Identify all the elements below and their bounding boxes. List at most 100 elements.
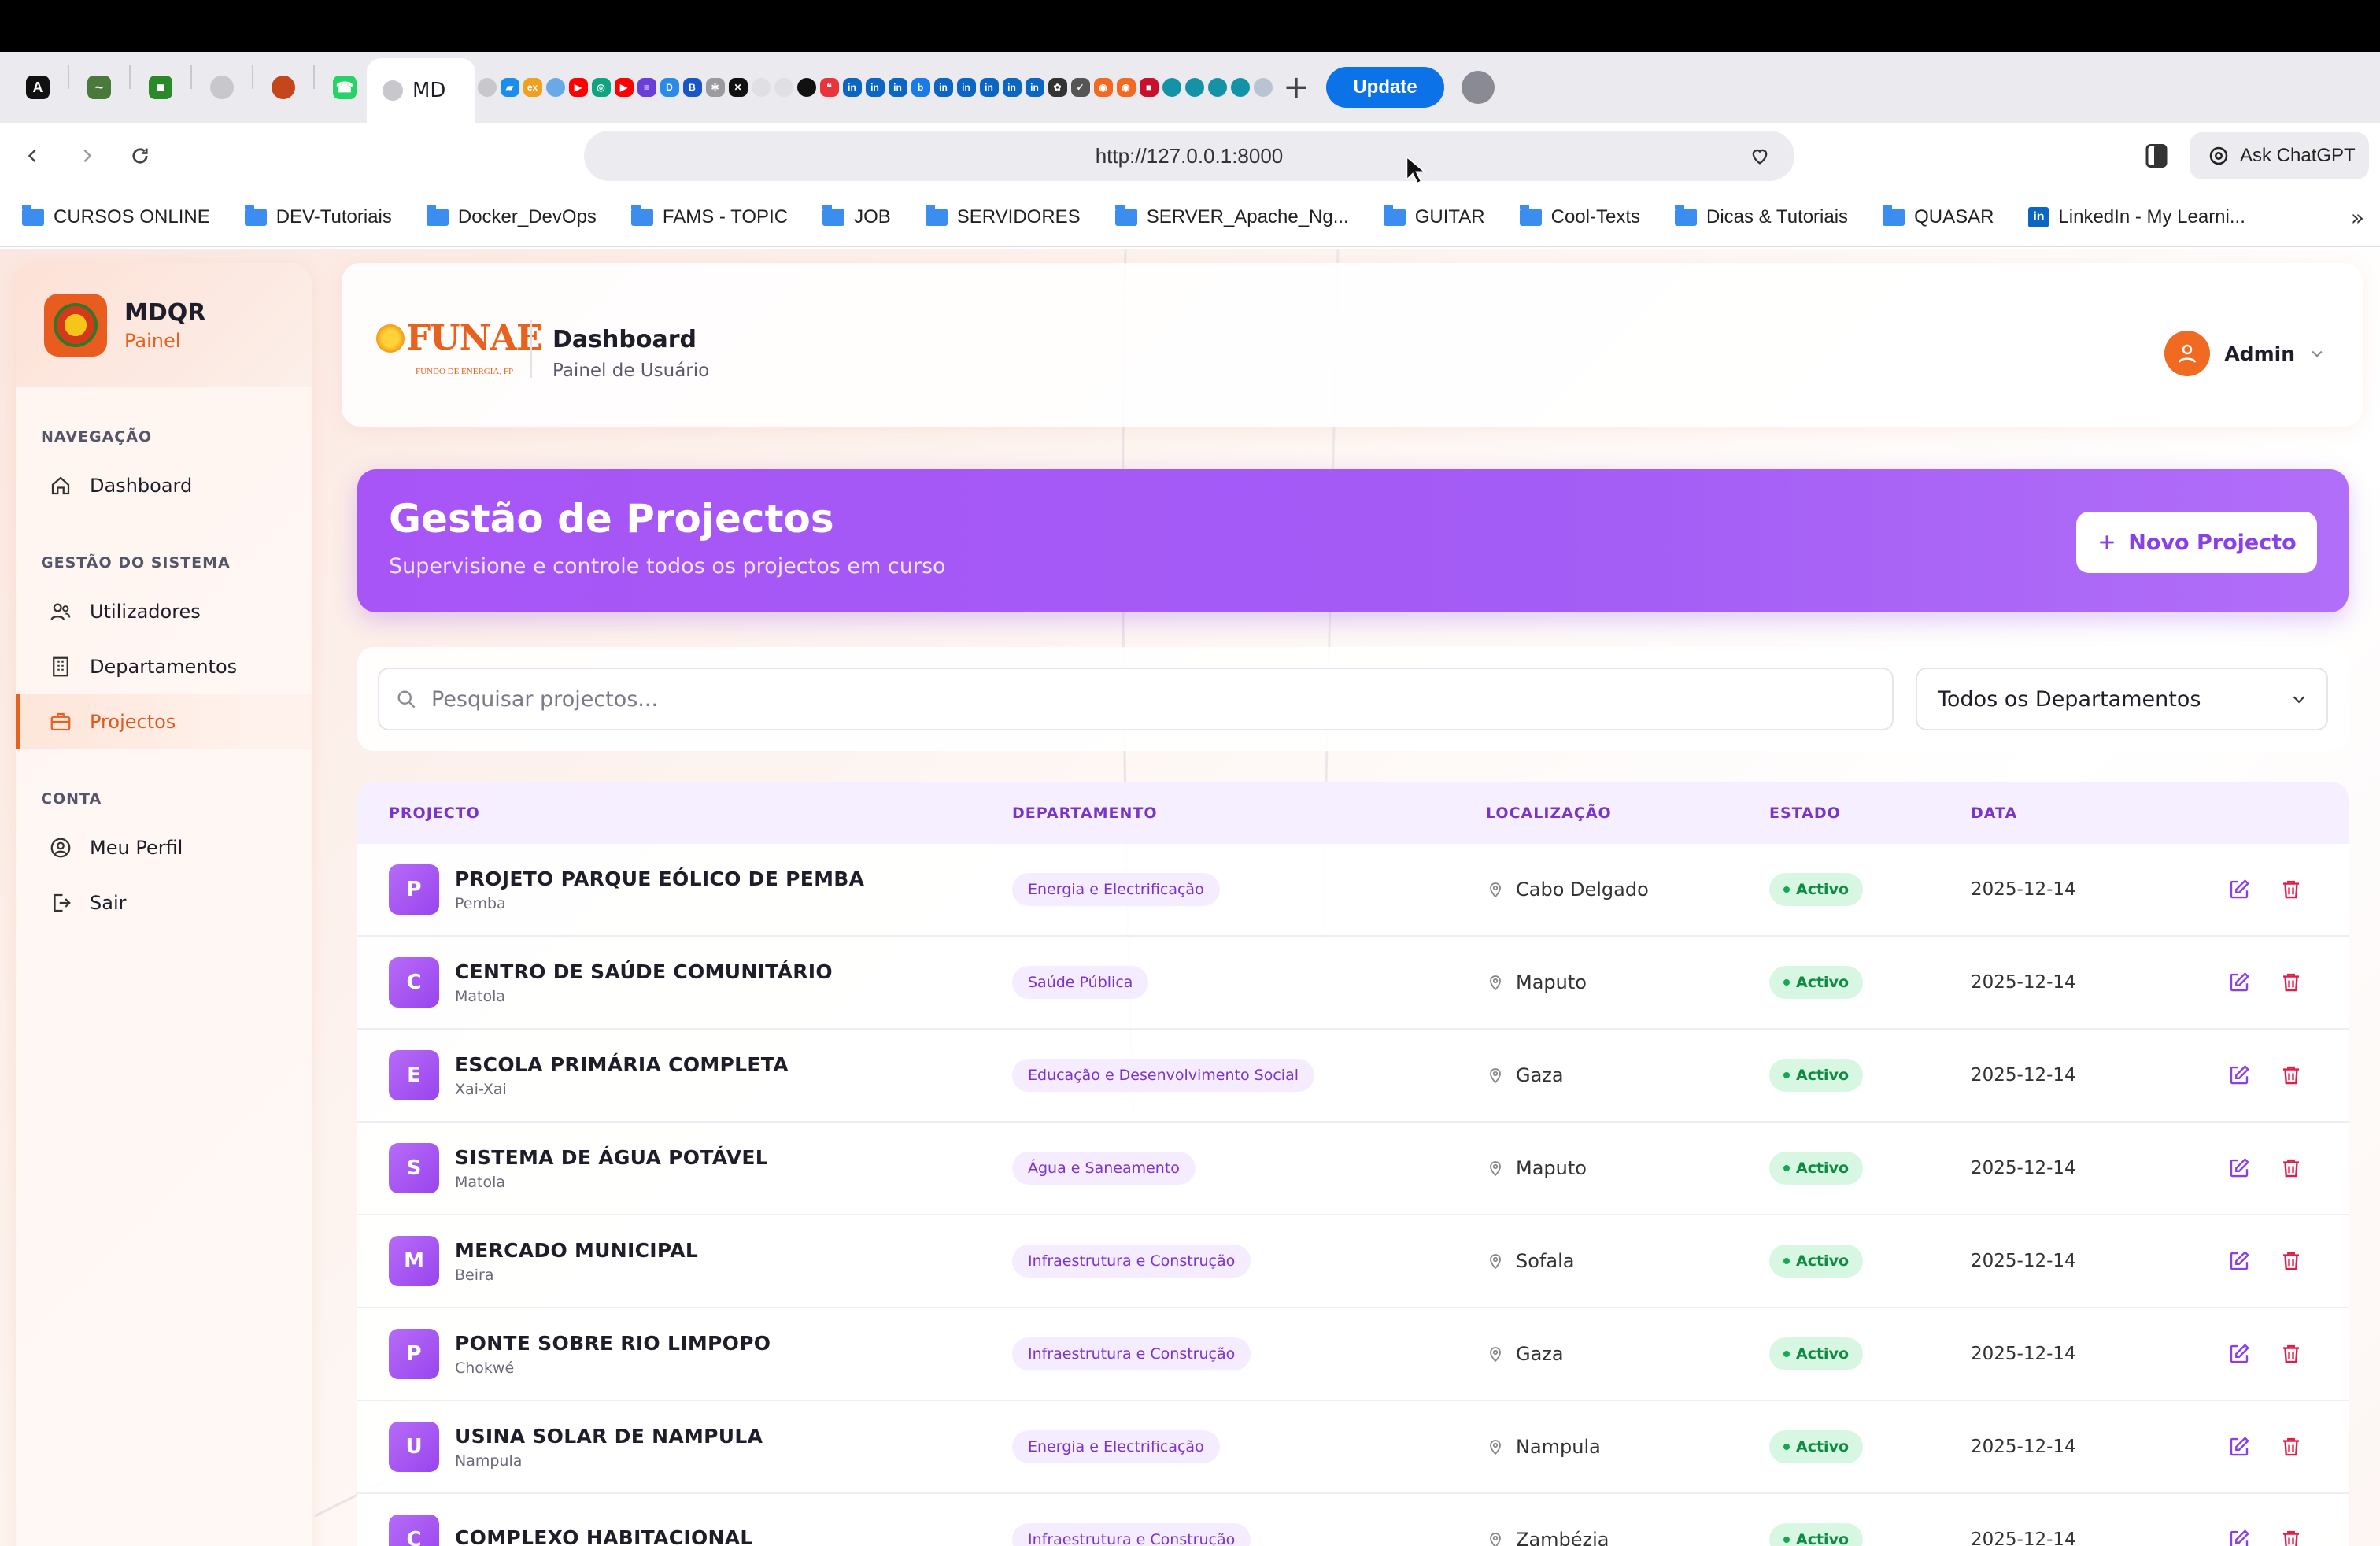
tab-favicon[interactable]: ◉ (1114, 65, 1137, 109)
tab-favicon[interactable]: ▶ (567, 65, 589, 109)
active-tab[interactable]: MD (367, 58, 475, 123)
heart-icon[interactable] (1749, 145, 1771, 167)
address-bar[interactable]: http://127.0.0.1:8000 (584, 131, 1794, 181)
tab-favicon[interactable]: in (886, 65, 909, 109)
tab-favicon[interactable] (1229, 65, 1251, 109)
user-menu[interactable]: Admin (2164, 331, 2325, 376)
bookmark-item[interactable]: DEV-Tutoriais (244, 205, 392, 228)
bookmark-item[interactable]: QUASAR (1883, 205, 1994, 228)
bookmark-item[interactable]: SERVIDORES (925, 205, 1081, 228)
department-select[interactable]: Todos os Departamentos (1916, 668, 2328, 730)
bookmark-item[interactable]: JOB (822, 205, 891, 228)
bing-icon: b (911, 78, 930, 97)
tab-favicon[interactable] (1183, 65, 1206, 109)
tab-favicon[interactable]: in (932, 65, 955, 109)
tab-favicon[interactable]: ◉ (1092, 65, 1114, 109)
tab-favicon[interactable]: in (841, 65, 863, 109)
tab-favicon[interactable]: ■ (139, 65, 183, 109)
bookmark-item[interactable]: SERVER_Apache_Ng... (1114, 205, 1349, 228)
new-project-button[interactable]: Novo Projecto (2076, 512, 2317, 573)
tab-favicon[interactable] (261, 65, 305, 109)
update-button[interactable]: Update (1326, 67, 1444, 108)
tab-favicon[interactable]: A (16, 65, 60, 109)
trash-icon[interactable] (2279, 1156, 2303, 1180)
edit-icon[interactable] (2227, 1435, 2251, 1459)
folder-icon (426, 205, 449, 226)
browser-profile-avatar[interactable] (1462, 71, 1495, 104)
bookmark-item[interactable]: Dicas & Tutoriais (1675, 205, 1848, 228)
sidebar: MDQR Painel NAVEGAÇÃO Dashboard GESTÃO DO … (16, 263, 312, 1546)
forward-button[interactable] (63, 132, 110, 179)
bookmark-item[interactable]: GUITAR (1383, 205, 1485, 228)
edit-icon[interactable] (2227, 1063, 2251, 1087)
edit-icon[interactable] (2227, 1528, 2251, 1546)
trash-icon[interactable] (2279, 1249, 2303, 1273)
sidebar-item-dashboard[interactable]: Dashboard (16, 458, 312, 513)
tab-favicon[interactable]: ▶ (612, 65, 635, 109)
tab-favicon[interactable] (1206, 65, 1229, 109)
reload-button[interactable] (116, 132, 164, 179)
tab-favicon[interactable]: in (978, 65, 1000, 109)
tab-favicon[interactable] (475, 65, 498, 109)
bookmark-label: Docker_DevOps (457, 206, 597, 227)
trash-icon[interactable] (2279, 1528, 2303, 1546)
edit-icon[interactable] (2227, 971, 2251, 994)
ask-chatgpt-button[interactable]: Ask ChatGPT (2190, 132, 2369, 179)
tab-favicon[interactable]: ▰ (498, 65, 521, 109)
tab-favicon[interactable]: ✕ (726, 65, 749, 109)
sidebar-item-sair[interactable]: Sair (16, 875, 312, 930)
tab-favicon[interactable]: ex (521, 65, 544, 109)
tab-favicon[interactable]: ≡ (635, 65, 658, 109)
tab-favicon[interactable]: b (909, 65, 932, 109)
more-bookmarks-button[interactable]: » (2351, 205, 2364, 231)
bookmark-item[interactable]: CURSOS ONLINE (22, 205, 210, 228)
tab-favicon[interactable]: in (955, 65, 978, 109)
edit-icon[interactable] (2227, 878, 2251, 901)
youtube-icon: ▶ (614, 78, 634, 97)
bookmark-item[interactable]: FAMS - TOPIC (630, 205, 788, 228)
trash-icon[interactable] (2279, 1435, 2303, 1459)
trash-icon[interactable] (2279, 878, 2303, 901)
status-text: Activo (1796, 1531, 1850, 1546)
trash-icon[interactable] (2279, 1063, 2303, 1087)
sidebar-item-departamentos[interactable]: Departamentos (16, 639, 312, 694)
trash-icon[interactable] (2279, 971, 2303, 994)
tab-favicon[interactable] (749, 65, 772, 109)
tab-favicon[interactable] (795, 65, 818, 109)
tab-favicon[interactable]: ☎ (323, 65, 367, 109)
tab-favicon[interactable] (1251, 65, 1274, 109)
tab-favicon[interactable]: in (863, 65, 886, 109)
edit-icon[interactable] (2227, 1249, 2251, 1273)
bookmark-item[interactable]: Docker_DevOps (426, 205, 597, 228)
back-button[interactable] (9, 132, 57, 179)
new-tab-button[interactable]: + (1274, 69, 1318, 105)
tab-favicon[interactable]: in (1023, 65, 1046, 109)
tab-favicon[interactable]: D (658, 65, 681, 109)
bookmark-item[interactable]: in LinkedIn - My Learni... (2028, 206, 2245, 228)
sidebar-item-utilizadores[interactable]: Utilizadores (16, 584, 312, 639)
tab-favicon[interactable]: ❝ (818, 65, 841, 109)
tab-favicon[interactable] (1160, 65, 1183, 109)
search-input[interactable] (431, 686, 1848, 712)
tab-favicon[interactable]: ✿ (1046, 65, 1069, 109)
tab-favicon[interactable]: B (681, 65, 704, 109)
trash-icon[interactable] (2279, 1342, 2303, 1366)
tab-favicon[interactable]: ■ (1137, 65, 1160, 109)
search-box[interactable] (378, 668, 1894, 730)
d-icon: D (660, 78, 679, 97)
tab-favicon[interactable]: ◎ (589, 65, 612, 109)
tab-favicon[interactable]: ✲ (704, 65, 726, 109)
bookmark-item[interactable]: Cool-Texts (1519, 205, 1640, 228)
reader-mode-icon[interactable] (2142, 142, 2171, 170)
edit-icon[interactable] (2227, 1342, 2251, 1366)
table-header: PROJECTO DEPARTAMENTO LOCALIZAÇÃO ESTADO… (357, 782, 2349, 844)
tab-favicon[interactable] (772, 65, 795, 109)
tab-favicon[interactable]: ✓ (1069, 65, 1092, 109)
tab-favicon[interactable]: ~ (77, 65, 121, 109)
tab-favicon[interactable] (544, 65, 567, 109)
sidebar-item-projectos[interactable]: Projectos (16, 694, 312, 749)
tab-favicon[interactable]: in (1000, 65, 1023, 109)
tab-favicon[interactable] (200, 65, 244, 109)
sidebar-item-meu-perfil[interactable]: Meu Perfil (16, 820, 312, 875)
edit-icon[interactable] (2227, 1156, 2251, 1180)
